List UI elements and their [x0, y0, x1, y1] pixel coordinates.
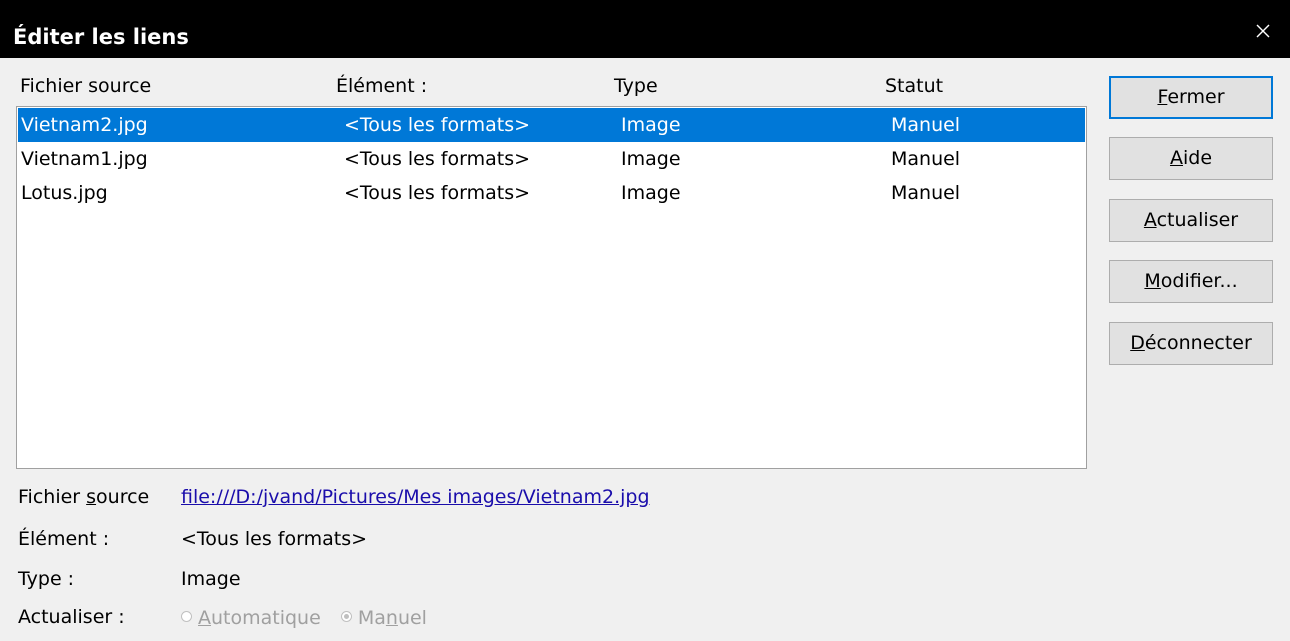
row-source: Lotus.jpg [21, 182, 108, 204]
row-type: Image [621, 148, 681, 170]
source-label-mnemonic: s [86, 486, 97, 508]
title-bar: Éditer les liens [0, 0, 1290, 58]
dialog-title: Éditer les liens [13, 25, 189, 49]
close-button[interactable]: Fermer [1109, 76, 1273, 119]
close-button-label: ermer [1167, 86, 1225, 108]
help-button-label: ide [1182, 147, 1213, 169]
list-row[interactable]: Lotus.jpg <Tous les formats> Image Manue… [18, 176, 1085, 210]
update-mode-label: Actualiser : [18, 606, 125, 628]
links-list[interactable]: Vietnam2.jpg <Tous les formats> Image Ma… [16, 106, 1087, 469]
row-type: Image [621, 182, 681, 204]
row-status: Manuel [891, 114, 961, 136]
source-label-post: ource [96, 486, 150, 508]
manual-radio-icon [340, 610, 352, 622]
close-icon-glyph [1256, 24, 1270, 38]
disconnect-button-label: éconnecter [1144, 332, 1252, 354]
automatic-radio-mnemonic: A [198, 606, 211, 629]
help-button-mnemonic: A [1169, 147, 1183, 169]
row-element: <Tous les formats> [344, 114, 531, 136]
manual-radio[interactable]: Manuel [340, 606, 427, 630]
column-header-status[interactable]: Statut [885, 74, 943, 98]
row-status: Manuel [891, 148, 961, 170]
automatic-radio-label: utomatique [211, 606, 321, 629]
update-mode-radio-group: Automatique Manuel [181, 605, 427, 631]
row-status: Manuel [891, 182, 961, 204]
row-element: <Tous les formats> [344, 148, 531, 170]
row-type: Image [621, 114, 681, 136]
column-header-element[interactable]: Élément : [336, 74, 427, 98]
element-label: Élément : [18, 528, 110, 550]
disconnect-button-mnemonic: D [1130, 332, 1145, 354]
row-source: Vietnam2.jpg [21, 114, 148, 136]
dialog-content: Fichier source Élément : Type Statut Vie… [0, 58, 1290, 641]
row-source: Vietnam1.jpg [21, 148, 148, 170]
source-file-link[interactable]: file:///D:/jvand/Pictures/Mes images/Vie… [181, 485, 650, 509]
column-header-type[interactable]: Type [614, 74, 658, 98]
element-value: <Tous les formats> [181, 528, 368, 550]
manual-radio-label-pre: Ma [357, 606, 386, 629]
edit-links-dialog: Éditer les liens Fichier source Élément … [0, 0, 1290, 641]
modify-button-mnemonic: M [1144, 270, 1161, 292]
list-row[interactable]: Vietnam2.jpg <Tous les formats> Image Ma… [18, 108, 1085, 142]
source-file-label: Fichier source [18, 485, 149, 509]
close-button-mnemonic: F [1157, 86, 1168, 108]
manual-radio-mnemonic: n [385, 606, 398, 629]
type-label: Type : [18, 568, 75, 590]
type-value: Image [181, 568, 241, 590]
close-icon[interactable] [1252, 20, 1274, 42]
source-label-pre: Fichier [18, 486, 87, 508]
update-button-label: ctualiser [1156, 209, 1239, 231]
update-button[interactable]: Actualiser [1109, 199, 1273, 242]
disconnect-button[interactable]: Déconnecter [1109, 322, 1273, 365]
automatic-radio-icon [181, 610, 192, 622]
update-button-mnemonic: A [1143, 209, 1157, 231]
modify-button[interactable]: Modifier... [1109, 260, 1273, 303]
column-header-source[interactable]: Fichier source [20, 74, 151, 98]
help-button[interactable]: Aide [1109, 137, 1273, 180]
automatic-radio[interactable]: Automatique [181, 606, 321, 630]
row-element: <Tous les formats> [344, 182, 531, 204]
manual-radio-label-post: uel [397, 606, 427, 629]
modify-button-label: odifier... [1160, 270, 1238, 292]
list-row[interactable]: Vietnam1.jpg <Tous les formats> Image Ma… [18, 142, 1085, 176]
